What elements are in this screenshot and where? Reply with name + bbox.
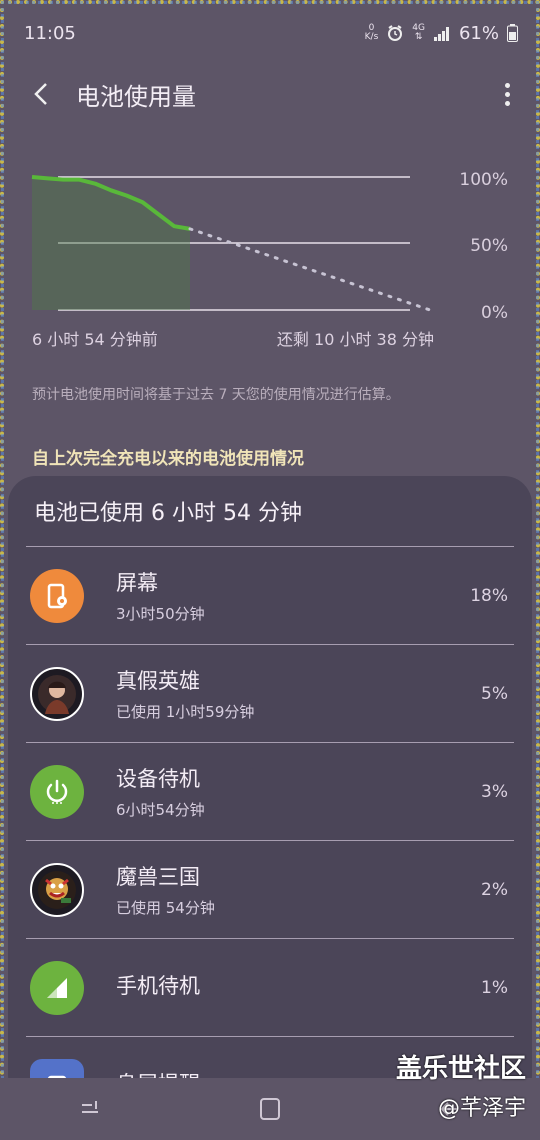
game-avatar-icon: [30, 862, 84, 917]
section-title: 自上次完全充电以来的电池使用情况: [32, 449, 304, 469]
watermark-title: 盖乐世社区: [395, 1054, 526, 1084]
projected-usage-line: [188, 227, 432, 312]
network-4g: 4G ⇅: [412, 23, 425, 42]
status-bar: 11:05 0 K/s 4G ⇅ 61%: [0, 0, 540, 66]
item-percent: 5%: [481, 683, 508, 704]
item-name: 手机待机: [116, 973, 200, 998]
app-bar: 电池使用量: [0, 66, 540, 122]
list-item-app[interactable]: 魔兽三国 已使用 54分钟 2%: [8, 841, 532, 938]
battery-used-header: 电池已使用 6 小时 54 分钟: [34, 501, 302, 526]
more-dot: [504, 91, 510, 97]
item-percent: 2%: [481, 879, 508, 900]
network-speed: 0 K/s: [364, 23, 379, 42]
estimate-note: 预计电池使用时间将基于过去 7 天您的使用情况进行估算。: [32, 387, 400, 403]
chevron-left-icon: [34, 83, 47, 105]
more-dot: [504, 100, 510, 106]
battery-icon: [507, 24, 518, 42]
item-percent: 18%: [470, 585, 508, 606]
item-duration: 已使用 1小时59分钟: [116, 703, 255, 721]
screen-icon: [30, 568, 84, 623]
more-dot: [504, 82, 510, 88]
item-name: 屏幕: [116, 571, 158, 595]
usage-card: 电池已使用 6 小时 54 分钟 屏幕 3小时50分钟 18% 真假英雄 已使用…: [8, 476, 532, 1096]
signal-bars-icon: [433, 27, 449, 41]
list-item-device-idle[interactable]: 设备待机 6小时54分钟 3%: [8, 743, 532, 840]
ylabel-50: 50%: [470, 236, 508, 256]
watermark-author: @芊泽宇: [437, 1096, 526, 1121]
list-item-phone-idle[interactable]: 手机待机 1%: [8, 939, 532, 1036]
signal-icon: [30, 960, 84, 1015]
ylabel-100: 100%: [459, 170, 508, 190]
page-title: 电池使用量: [76, 82, 196, 111]
item-name: 设备待机: [116, 767, 200, 791]
power-icon: [30, 764, 84, 819]
item-percent: 3%: [481, 781, 508, 802]
alarm-icon: [388, 25, 403, 41]
item-name: 魔兽三国: [116, 865, 200, 889]
recent-apps-icon[interactable]: [78, 1097, 102, 1121]
battery-chart: 100% 50% 0%: [31, 170, 508, 323]
battery-percent: 61%: [458, 22, 499, 44]
status-icons: 0 K/s 4G ⇅ 61%: [365, 23, 518, 44]
home-icon[interactable]: [258, 1096, 282, 1122]
chart-remaining-label: 还剩 10 小时 38 分钟: [276, 330, 434, 349]
chart-start-label: 6 小时 54 分钟前: [32, 330, 158, 349]
ylabel-0: 0%: [481, 303, 508, 323]
item-percent: 1%: [481, 977, 508, 998]
item-duration: 3小时50分钟: [116, 605, 205, 623]
back-button[interactable]: [24, 77, 58, 111]
list-item-app[interactable]: 真假英雄 已使用 1小时59分钟 5%: [8, 645, 532, 742]
item-duration: 6小时54分钟: [116, 801, 205, 819]
list-item-screen[interactable]: 屏幕 3小时50分钟 18%: [8, 547, 532, 644]
more-options-button[interactable]: [494, 77, 520, 111]
game-avatar-icon: [30, 666, 84, 721]
status-time: 11:05: [24, 22, 76, 44]
usage-area: [32, 177, 190, 310]
item-duration: 已使用 54分钟: [116, 899, 215, 917]
item-name: 真假英雄: [116, 669, 200, 693]
